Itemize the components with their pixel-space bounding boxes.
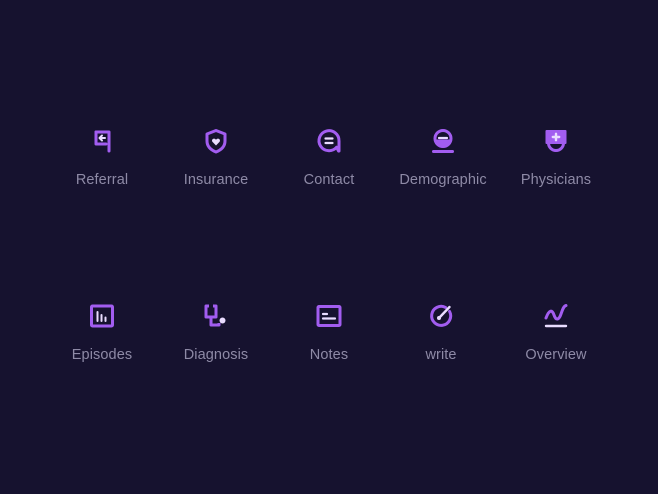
icon-label: Contact (303, 172, 355, 188)
icon-label: Referral (75, 172, 129, 188)
icon-label: Physicians (520, 172, 592, 188)
icon-item-write[interactable]: write (391, 301, 491, 381)
notes-icon (314, 301, 344, 331)
icon-item-overview[interactable]: Overview (506, 301, 606, 381)
icon-label: write (425, 347, 457, 363)
episodes-icon (87, 301, 117, 331)
icon-label: Demographic (399, 172, 487, 188)
icon-item-episodes[interactable]: Episodes (52, 301, 152, 381)
diagnosis-icon (201, 301, 231, 331)
contact-icon (314, 126, 344, 156)
icon-label: Notes (309, 347, 349, 363)
write-icon (426, 301, 456, 331)
icon-item-insurance[interactable]: Insurance (166, 126, 266, 206)
icon-item-demographic[interactable]: Demographic (393, 126, 493, 206)
icon-label: Insurance (183, 172, 249, 188)
icon-item-diagnosis[interactable]: Diagnosis (166, 301, 266, 381)
icon-item-notes[interactable]: Notes (279, 301, 379, 381)
icon-item-physicians[interactable]: Physicians (506, 126, 606, 206)
icon-label: Overview (525, 347, 587, 363)
insurance-icon (201, 126, 231, 156)
physicians-icon (541, 126, 571, 156)
icon-item-contact[interactable]: Contact (279, 126, 379, 206)
icon-item-referral[interactable]: Referral (52, 126, 152, 206)
icon-label: Episodes (71, 347, 133, 363)
referral-icon (87, 126, 117, 156)
overview-icon (541, 301, 571, 331)
icon-label: Diagnosis (183, 347, 249, 363)
demographic-icon (428, 126, 458, 156)
